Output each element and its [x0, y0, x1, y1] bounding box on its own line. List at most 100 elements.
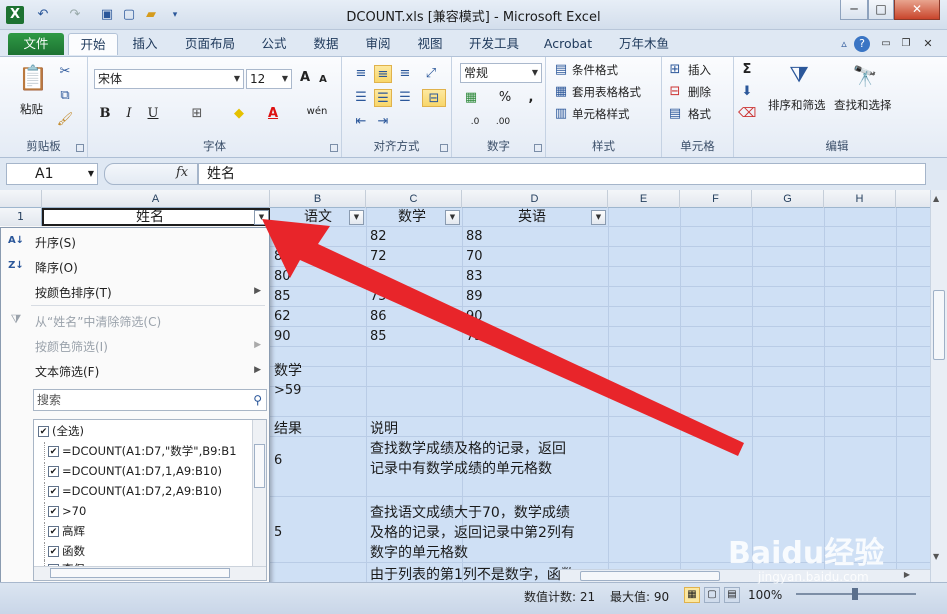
list-item[interactable]: ✔ =DCOUNT(A1:D7,1,A9:B10) [44, 462, 222, 480]
align-top-icon[interactable]: ≡ [352, 65, 370, 83]
decrease-indent-icon[interactable]: ⇤ [352, 113, 370, 131]
cell-b7[interactable]: 90 [274, 328, 291, 346]
align-right-icon[interactable]: ☰ [396, 89, 414, 107]
cell-d6[interactable]: 90 [466, 308, 483, 326]
grow-font-icon[interactable]: A [296, 69, 314, 87]
scroll-up-icon[interactable]: ▲ [933, 194, 939, 203]
filter-search-input[interactable]: 搜索 ⚲ [33, 389, 267, 411]
cell-b3[interactable]: 85 [274, 248, 291, 266]
decrease-decimal-icon[interactable]: .00 [494, 113, 512, 131]
list-item[interactable]: ✔ 函数 [44, 542, 85, 560]
align-middle-icon[interactable]: ≡ [374, 65, 392, 83]
filter-button-d[interactable]: ▼ [591, 210, 606, 225]
cell-b6[interactable]: 62 [274, 308, 291, 326]
align-bottom-icon[interactable]: ≡ [396, 65, 414, 83]
filter-button-a[interactable]: ▼ [254, 210, 269, 225]
maximize-button[interactable]: □ [868, 0, 894, 20]
list-item[interactable]: ✔ =DCOUNT(A1:D7,"数学",B9:B1 [44, 442, 237, 460]
conditional-format-icon[interactable]: ▤ [552, 61, 570, 79]
increase-decimal-icon[interactable]: .0 [466, 113, 484, 131]
tab-formulas[interactable]: 公式 [254, 33, 294, 55]
find-select-icon[interactable]: 🔭 [850, 61, 880, 91]
header-english[interactable]: 英语 [518, 208, 546, 226]
insert-button[interactable]: 插入 [688, 62, 711, 78]
fill-color-icon[interactable]: ◆ [230, 105, 248, 123]
column-header-g[interactable]: G [752, 190, 824, 208]
tab-developer[interactable]: 开发工具 [462, 33, 526, 55]
name-box[interactable]: A1 ▼ [6, 163, 98, 185]
align-left-icon[interactable]: ☰ [352, 89, 370, 107]
result-2[interactable]: 5 [274, 524, 282, 542]
zoom-level[interactable]: 100% [748, 588, 782, 602]
clipboard-launcher-icon[interactable] [76, 144, 84, 152]
paste-icon[interactable]: 📋 [18, 63, 48, 93]
column-header-c[interactable]: C [366, 190, 462, 208]
help-icon[interactable]: ? [854, 36, 870, 52]
format-painter-icon[interactable]: 🖌 [56, 111, 74, 129]
cell-styles-icon[interactable]: ▥ [552, 105, 570, 123]
clear-icon[interactable]: ⌫ [738, 105, 756, 123]
number-launcher-icon[interactable] [534, 144, 542, 152]
underline-button[interactable]: U [144, 105, 162, 123]
tab-view[interactable]: 视图 [410, 33, 450, 55]
orientation-icon[interactable]: ⤢ [422, 65, 440, 83]
filter-button-c[interactable]: ▼ [445, 210, 460, 225]
minimize-ribbon-icon[interactable]: ▵ [836, 36, 852, 52]
fill-icon[interactable]: ⬇ [738, 83, 756, 101]
criteria-header[interactable]: 数学 [274, 362, 302, 380]
conditional-format-button[interactable]: 条件格式 [572, 62, 618, 78]
format-cells-icon[interactable]: ▤ [666, 105, 684, 123]
vertical-scroll-thumb[interactable] [933, 290, 945, 360]
bold-button[interactable]: B [96, 105, 114, 123]
tab-file[interactable]: 文件 [8, 33, 64, 55]
list-horizontal-scrollbar[interactable] [34, 566, 266, 580]
font-launcher-icon[interactable] [330, 144, 338, 152]
cell-b2[interactable]: 80 [274, 228, 291, 246]
autosum-button[interactable]: Σ [738, 61, 756, 79]
cell-c6[interactable]: 86 [370, 308, 387, 326]
menu-sort-descending[interactable]: 降序(O) [35, 259, 78, 276]
percent-button[interactable]: % [496, 89, 514, 107]
cell-c3[interactable]: 72 [370, 248, 387, 266]
border-icon[interactable]: ⊞ [188, 105, 206, 123]
sort-filter-button[interactable]: 排序和筛选 [768, 97, 826, 113]
tab-review[interactable]: 审阅 [358, 33, 398, 55]
font-size-select[interactable]: 12 ▼ [246, 69, 292, 89]
align-center-icon[interactable]: ☰ [374, 89, 392, 107]
restore-workbook-icon[interactable]: ▭ [878, 36, 894, 52]
page-layout-view-icon[interactable]: ▢ [704, 587, 720, 603]
tab-page-layout[interactable]: 页面布局 [178, 33, 242, 55]
tab-insert[interactable]: 插入 [124, 33, 166, 55]
list-item[interactable]: ✔ 高辉 [44, 522, 85, 540]
list-item[interactable]: ✔ >70 [44, 502, 86, 520]
tab-custom[interactable]: 万年木鱼 [612, 33, 676, 55]
cut-icon[interactable]: ✂ [56, 63, 74, 81]
header-math[interactable]: 数学 [398, 208, 426, 226]
cell-d3[interactable]: 70 [466, 248, 483, 266]
currency-icon[interactable]: ▦ [462, 89, 480, 107]
sort-filter-icon[interactable]: ⧩ [784, 61, 814, 91]
scroll-down-icon[interactable]: ▼ [933, 552, 939, 561]
cell-d4[interactable]: 83 [466, 268, 483, 286]
italic-button[interactable]: I [120, 105, 138, 123]
tab-home[interactable]: 开始 [68, 33, 118, 55]
menu-sort-by-color[interactable]: 按颜色排序(T) [35, 284, 112, 301]
tab-acrobat[interactable]: Acrobat [536, 33, 600, 55]
increase-indent-icon[interactable]: ⇥ [374, 113, 392, 131]
criteria-value[interactable]: >59 [274, 382, 301, 400]
horizontal-scroll-thumb[interactable] [580, 571, 720, 581]
cell-c5[interactable]: 75 [370, 288, 387, 306]
list-scroll-thumb[interactable] [254, 444, 265, 488]
select-all-corner[interactable] [0, 190, 42, 208]
cell-c7[interactable]: 85 [370, 328, 387, 346]
description-header[interactable]: 说明 [370, 420, 398, 438]
normal-view-icon[interactable]: ▦ [684, 587, 700, 603]
menu-sort-ascending[interactable]: 升序(S) [35, 234, 76, 251]
list-item[interactable]: ✔ (全选) [38, 422, 84, 440]
column-header-a[interactable]: A [42, 190, 270, 208]
cell-c2[interactable]: 82 [370, 228, 387, 246]
number-format-select[interactable]: 常规 ▼ [460, 63, 542, 83]
cell-d5[interactable]: 89 [466, 288, 483, 306]
zoom-slider-thumb[interactable] [852, 588, 858, 600]
page-break-view-icon[interactable]: ▤ [724, 587, 740, 603]
